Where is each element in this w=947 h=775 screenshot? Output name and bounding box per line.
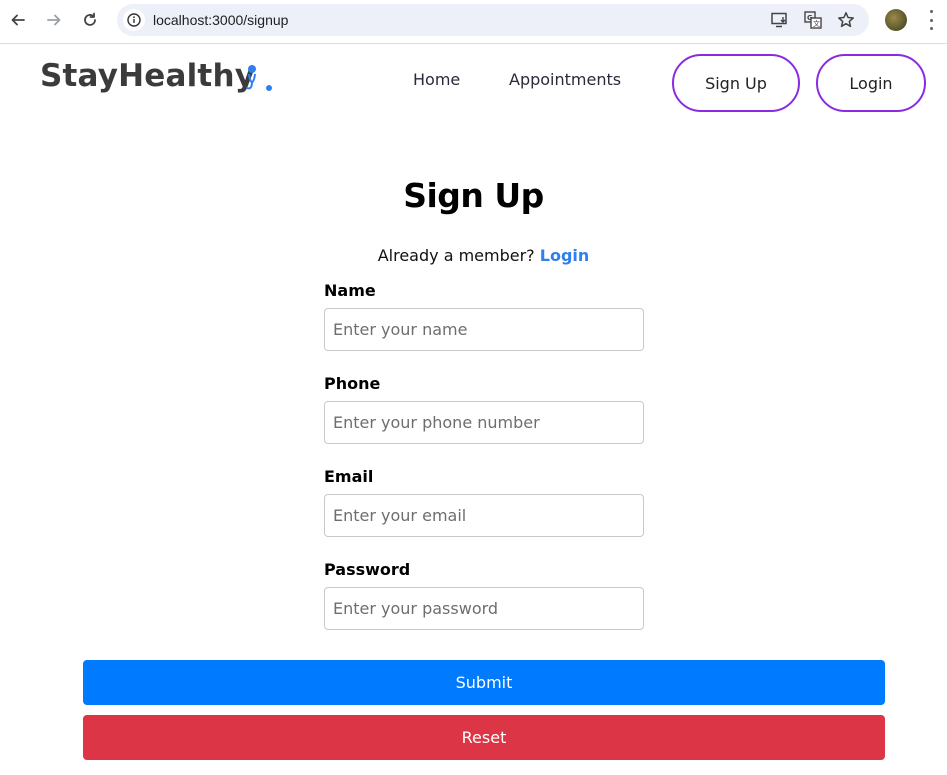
profile-avatar[interactable] (885, 9, 907, 31)
install-app-icon[interactable] (770, 10, 790, 30)
login-link[interactable]: Login (540, 246, 590, 265)
reset-button[interactable]: Reset (83, 715, 885, 760)
name-input[interactable] (324, 308, 644, 351)
password-label: Password (324, 560, 411, 579)
page-title: Sign Up (403, 176, 544, 215)
signup-nav-button[interactable]: Sign Up (672, 54, 800, 112)
info-icon[interactable] (123, 9, 145, 31)
forward-arrow-icon[interactable] (40, 6, 68, 34)
translate-icon[interactable]: G文 (803, 10, 823, 30)
name-label: Name (324, 281, 376, 300)
password-input[interactable] (324, 587, 644, 630)
browser-toolbar: localhost:3000/signup G文 (0, 0, 947, 44)
svg-text:文: 文 (813, 19, 820, 28)
nav-link-home[interactable]: Home (413, 70, 460, 89)
brand-logo-icon (241, 64, 277, 96)
email-input[interactable] (324, 494, 644, 537)
star-icon[interactable] (836, 10, 856, 30)
reload-icon[interactable] (76, 6, 104, 34)
email-label: Email (324, 467, 374, 486)
address-bar[interactable]: localhost:3000/signup G文 (117, 4, 869, 36)
phone-input[interactable] (324, 401, 644, 444)
menu-dots-icon[interactable] (928, 10, 934, 30)
back-arrow-icon[interactable] (4, 6, 32, 34)
login-nav-button[interactable]: Login (816, 54, 926, 112)
brand-name[interactable]: StayHealthy (40, 58, 255, 94)
submit-button[interactable]: Submit (83, 660, 885, 705)
member-text: Already a member? (377, 246, 535, 265)
nav-link-appointments[interactable]: Appointments (509, 70, 621, 89)
phone-label: Phone (324, 374, 381, 393)
member-prompt: Already a member? Login (0, 246, 947, 265)
url-text[interactable]: localhost:3000/signup (153, 12, 288, 28)
